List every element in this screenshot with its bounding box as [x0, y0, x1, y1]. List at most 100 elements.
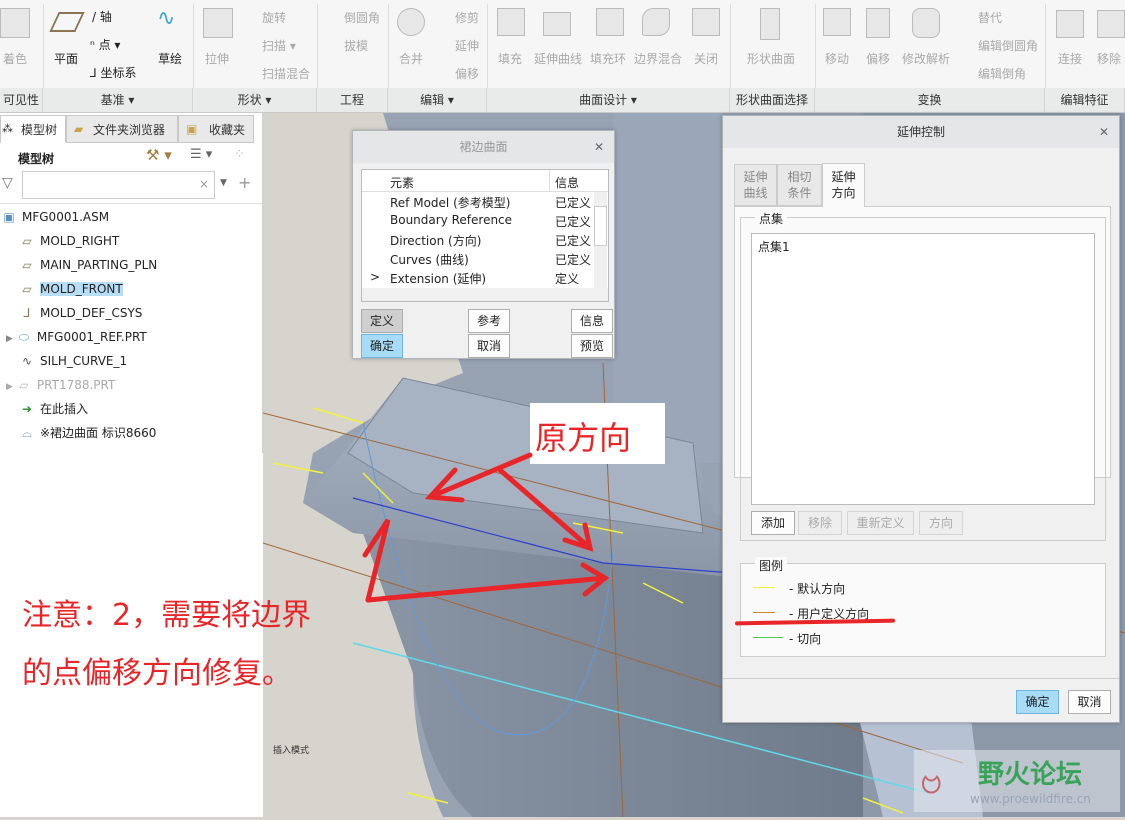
- table-row[interactable]: Direction (方向) 已定义: [362, 232, 594, 251]
- redefine-button[interactable]: 重新定义: [847, 511, 914, 535]
- tab-tangent-conditions[interactable]: 相切 条件: [777, 164, 822, 206]
- edit-round-button[interactable]: 编辑倒圆角: [978, 37, 1038, 54]
- move-button[interactable]: 移动: [825, 50, 849, 67]
- tree-item-selected[interactable]: ▱ MOLD_FRONT: [20, 278, 123, 300]
- close-icon[interactable]: ✕: [1099, 116, 1109, 148]
- table-row[interactable]: Ref Model (参考模型) 已定义: [362, 194, 594, 213]
- group-edit[interactable]: 编辑 ▾: [388, 88, 487, 112]
- trim-button[interactable]: 修剪: [455, 9, 479, 26]
- dialog-title: 裙边曲面: [459, 140, 508, 154]
- direction-button[interactable]: 方向: [919, 511, 963, 535]
- table-row[interactable]: Curves (曲线) 已定义: [362, 251, 594, 270]
- tree-item[interactable]: ▣ MFG0001.ASM: [2, 206, 109, 228]
- axis-button[interactable]: / 轴: [92, 8, 112, 25]
- extrude-button[interactable]: 拉伸: [205, 50, 229, 67]
- tree-item[interactable]: ➜ 在此插入: [20, 398, 88, 420]
- connect-button[interactable]: 连接: [1058, 50, 1082, 67]
- extend-curve-button[interactable]: 延伸曲线: [534, 50, 582, 67]
- modify-analytic-button[interactable]: 修改解析: [902, 50, 950, 67]
- tree-item[interactable]: ▱ MOLD_RIGHT: [20, 230, 119, 252]
- tab-extension-curves[interactable]: 延伸 曲线: [734, 164, 777, 206]
- ribbon-toolbar: 着色 平面 / 轴 ⁿ 点 ▾ ⅃ 坐标系 ∿ 草绘 拉伸 旋转 扫描 ▾ 扫描…: [0, 0, 1125, 113]
- offset2-button[interactable]: 偏移: [866, 50, 890, 67]
- sweep-button[interactable]: 扫描 ▾: [262, 37, 296, 54]
- cancel-button[interactable]: 取消: [1068, 690, 1111, 714]
- shape-surface-button[interactable]: 形状曲面: [747, 50, 795, 67]
- edit-chamfer-button[interactable]: 编辑倒角: [978, 65, 1026, 82]
- group-datum[interactable]: 基准 ▾: [43, 88, 193, 112]
- tree-item[interactable]: ⅃ MOLD_DEF_CSYS: [20, 302, 143, 324]
- pointset-list[interactable]: 点集1: [751, 233, 1095, 505]
- plane-icon: ▱: [22, 282, 32, 296]
- filter-dropdown-icon[interactable]: ▼: [220, 178, 227, 188]
- info-button[interactable]: 信息: [571, 309, 613, 333]
- tree-columns-icon[interactable]: ⁘: [234, 147, 245, 162]
- mode-text: 插入模式: [273, 744, 309, 756]
- settings-tools-icon[interactable]: ⚒ ▾: [146, 146, 172, 164]
- table-row-current[interactable]: > Extension (延伸) 定义: [362, 270, 594, 289]
- expand-icon[interactable]: ▶: [6, 382, 13, 392]
- csys-button[interactable]: ⅃ 坐标系: [90, 64, 137, 81]
- remove-button[interactable]: 移除: [1097, 50, 1121, 67]
- define-button[interactable]: 定义: [361, 309, 403, 333]
- fill-loop-button[interactable]: 填充环: [590, 50, 626, 67]
- sketch-button[interactable]: 草绘: [158, 50, 182, 67]
- expand-icon[interactable]: ▶: [6, 334, 13, 344]
- tree-item[interactable]: ▶ ⬭ MFG0001_REF.PRT: [6, 326, 147, 348]
- tab-extension-direction[interactable]: 延伸 方向: [822, 163, 865, 207]
- table-row[interactable]: Boundary Reference 已定义: [362, 213, 594, 232]
- fill-button[interactable]: 填充: [498, 50, 522, 67]
- boundary-blend-button[interactable]: 边界混合: [634, 50, 682, 67]
- legend-item: - 切向: [789, 632, 822, 646]
- group-visibility: 可见性: [0, 88, 43, 112]
- close-button[interactable]: 关闭: [694, 50, 718, 67]
- tree-item[interactable]: ▶ ▱ PRT1788.PRT: [6, 374, 115, 396]
- substitute-button[interactable]: 替代: [978, 9, 1002, 26]
- add-filter-icon[interactable]: +: [238, 173, 251, 192]
- connect-icon: [1056, 10, 1084, 38]
- group-engineering: 工程: [317, 88, 388, 112]
- cancel-button[interactable]: 取消: [468, 334, 510, 358]
- group-shape[interactable]: 形状 ▾: [193, 88, 317, 112]
- references-button[interactable]: 参考: [468, 309, 510, 333]
- model-tree-icon: ⁂: [2, 122, 13, 135]
- shade-button[interactable]: 着色: [3, 50, 27, 67]
- draft-button[interactable]: 拔模: [344, 37, 368, 54]
- extend-button[interactable]: 延伸: [455, 37, 479, 54]
- tree-item[interactable]: ⌓ ※裙边曲面 标识8660: [20, 422, 156, 444]
- merge-button[interactable]: 合并: [399, 50, 423, 67]
- group-surface-design[interactable]: 曲面设计 ▾: [487, 88, 730, 112]
- column-header-element: 元素: [390, 176, 415, 190]
- tree-search-input[interactable]: [22, 171, 215, 199]
- preview-button[interactable]: 预览: [571, 334, 613, 358]
- horizontal-scrollbar[interactable]: [362, 288, 608, 301]
- folder-icon: ▰: [74, 122, 84, 136]
- boundary-blend-icon: [642, 8, 670, 36]
- tree-item[interactable]: ∿ SILH_CURVE_1: [20, 350, 127, 372]
- list-item[interactable]: 点集1: [752, 234, 1094, 259]
- revolve-button[interactable]: 旋转: [262, 9, 286, 26]
- vertical-scrollbar[interactable]: [594, 192, 607, 288]
- swept-blend-button[interactable]: 扫描混合: [262, 65, 310, 82]
- show-menu-icon[interactable]: ☰ ▾: [190, 147, 212, 162]
- shade-icon: [0, 8, 30, 38]
- close-icon[interactable]: ✕: [594, 131, 604, 163]
- ok-button[interactable]: 确定: [361, 334, 403, 358]
- fill-icon: [497, 8, 525, 36]
- pointset-label: 点集: [755, 210, 788, 227]
- remove-button[interactable]: 移除: [798, 511, 842, 535]
- round-button[interactable]: 倒圆角: [344, 9, 380, 26]
- clear-icon[interactable]: ×: [199, 177, 209, 191]
- dialog-title: 延伸控制: [896, 125, 945, 139]
- note-text-line1: 注意：2，需要将边界: [22, 598, 312, 633]
- part-icon: ▱: [19, 378, 29, 392]
- plane-icon: [49, 12, 85, 32]
- tree-item[interactable]: ▱ MAIN_PARTING_PLN: [20, 254, 157, 276]
- add-button[interactable]: 添加: [751, 511, 795, 535]
- ok-button[interactable]: 确定: [1016, 690, 1059, 714]
- point-button[interactable]: ⁿ 点 ▾: [90, 36, 120, 53]
- plane-button[interactable]: 平面: [54, 50, 78, 67]
- offset-button[interactable]: 偏移: [455, 65, 479, 82]
- part-icon: ⬭: [18, 330, 30, 344]
- watermark-logo-icon: ဗ: [920, 757, 943, 803]
